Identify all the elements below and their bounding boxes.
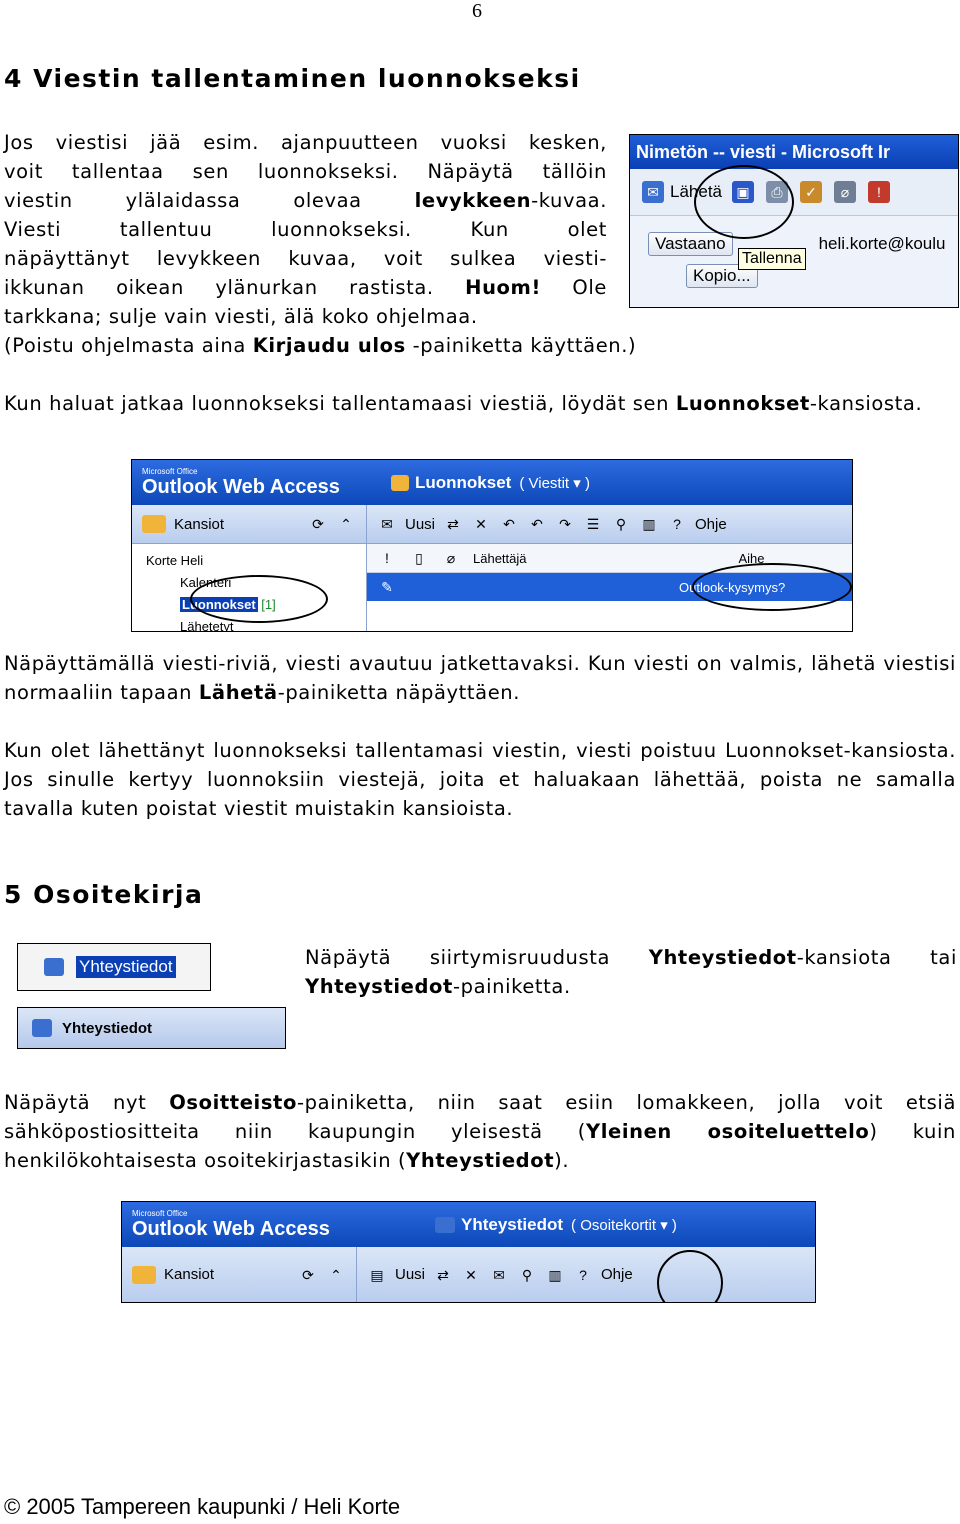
- text-line: näpäyttänyt levykkeen kuvaa, voit sulkea…: [4, 247, 607, 270]
- contacts-nav-item-screenshot: Yhteystiedot: [17, 943, 211, 991]
- draft-message-icon: ✎: [381, 579, 393, 595]
- intro-paragraph: Jos viestisi jää esim. ajanpuutteen vuok…: [4, 128, 607, 331]
- footer-copyright: © 2005 Tampereen kaupunki / Heli Korte: [4, 1494, 401, 1519]
- owa-toolbar: Kansiot ⟳ ⌃ ✉ Uusi ⇄ ✕ ↶ ↶ ↷ ☰ ⚲ ▥ ? Ohj…: [132, 505, 852, 544]
- type-column-icon[interactable]: ▯: [409, 548, 429, 568]
- collapse-icon[interactable]: ⌃: [326, 1265, 346, 1285]
- drafts-folder-screenshot: Microsoft Office Outlook Web Access Luon…: [131, 459, 853, 632]
- owa-logo: Microsoft Office Outlook Web Access: [132, 1208, 330, 1240]
- contacts-icon: [32, 1019, 52, 1037]
- contacts-folder-screenshot: Microsoft Office Outlook Web Access Yhte…: [121, 1201, 816, 1303]
- folders-icon: [142, 515, 166, 533]
- new-message-icon[interactable]: ✉: [489, 1265, 509, 1285]
- folder-title: Yhteystiedot( Osoitekortit ▾ ): [461, 1214, 677, 1234]
- help-icon[interactable]: ?: [667, 514, 687, 534]
- owa-header: Microsoft Office Outlook Web Access Yhte…: [122, 1202, 815, 1247]
- new-contact-icon[interactable]: ▤: [367, 1265, 387, 1285]
- to-button[interactable]: Vastaano: [648, 232, 733, 256]
- view-icon[interactable]: ☰: [583, 514, 603, 534]
- highlight-oval: [190, 575, 328, 623]
- logout-note: (Poistu ohjelmasta aina Kirjaudu ulos -p…: [4, 334, 637, 357]
- drafts-paragraph: Kun haluat jatkaa luonnokseksi tallentam…: [4, 392, 923, 415]
- collapse-icon[interactable]: ⌃: [336, 514, 356, 534]
- text-line: viestin ylälaidassa olevaa levykkeen-kuv…: [4, 189, 607, 212]
- text-line: Jos viestisi jää esim. ajanpuutteen vuok…: [4, 131, 607, 154]
- check-names-icon[interactable]: ⚲: [611, 514, 631, 534]
- reply-icon[interactable]: ↶: [499, 514, 519, 534]
- contacts-icon: [435, 1216, 455, 1233]
- folder-icon: [391, 474, 409, 491]
- contacts-button[interactable]: Yhteystiedot: [62, 1020, 152, 1037]
- contacts-nav-item[interactable]: Yhteystiedot: [76, 956, 176, 978]
- owa-logo: Microsoft Office Outlook Web Access: [142, 466, 340, 498]
- text-line: Viesti tallentuu luonnokseksi. Kun olet: [4, 218, 607, 241]
- help-icon[interactable]: ?: [573, 1265, 593, 1285]
- move-icon[interactable]: ⇄: [433, 1265, 453, 1285]
- move-icon[interactable]: ⇄: [443, 514, 463, 534]
- help-button[interactable]: Ohje: [601, 1266, 633, 1283]
- attach-icon[interactable]: ⌀: [834, 181, 856, 203]
- check-names-icon[interactable]: ⚲: [517, 1265, 537, 1285]
- section-heading-5: 5 Osoitekirja: [4, 880, 204, 909]
- save-tooltip: Tallenna: [738, 248, 806, 270]
- reply-all-icon[interactable]: ↶: [527, 514, 547, 534]
- sent-draft-paragraph: Kun olet lähettänyt luonnokseksi tallent…: [4, 739, 956, 820]
- open-draft-paragraph: Näpäyttämällä viesti-riviä, viesti avaut…: [4, 652, 956, 704]
- new-button[interactable]: Uusi: [395, 1266, 425, 1283]
- highlight-oval: [692, 563, 852, 611]
- section-heading-4: 4 Viestin tallentaminen luonnokseksi: [4, 64, 581, 93]
- spellcheck-icon[interactable]: ✓: [800, 181, 822, 203]
- address-book-icon[interactable]: ▥: [639, 514, 659, 534]
- message-toolbar: ✉ Lähetä ▣ ⎙ ✓ ⌀ !: [630, 169, 958, 216]
- new-icon[interactable]: ✉: [377, 514, 397, 534]
- help-button[interactable]: Ohje: [695, 516, 727, 533]
- folders-label: Kansiot: [164, 1266, 215, 1283]
- text-line: tarkkana; sulje vain viesti, älä koko oh…: [4, 305, 478, 328]
- folder-title: Luonnokset( Viestit ▾ ): [415, 472, 590, 492]
- send-icon[interactable]: ✉: [642, 181, 664, 203]
- delete-icon[interactable]: ✕: [461, 1265, 481, 1285]
- attachment-column-icon[interactable]: ⌀: [441, 548, 461, 568]
- address-book-paragraph: Näpäytä nyt Osoitteisto-painiketta, niin…: [4, 1091, 956, 1172]
- contacts-paragraph: Näpäytä siirtymisruudusta Yhteystiedot-k…: [305, 946, 957, 998]
- page-number: 6: [472, 0, 482, 22]
- contacts-icon: [44, 958, 64, 976]
- contacts-button-screenshot: Yhteystiedot: [17, 1007, 286, 1049]
- refresh-icon[interactable]: ⟳: [308, 514, 328, 534]
- importance-column-icon[interactable]: !: [377, 548, 397, 568]
- owa-header: Microsoft Office Outlook Web Access Luon…: [132, 460, 852, 505]
- tree-item-mailbox[interactable]: Korte Heli: [146, 550, 366, 572]
- address-book-icon[interactable]: ▥: [545, 1265, 565, 1285]
- refresh-icon[interactable]: ⟳: [298, 1265, 318, 1285]
- from-column[interactable]: Lähettäjä: [473, 551, 527, 566]
- to-field[interactable]: heli.korte@koulu: [819, 234, 946, 254]
- text-line: ikkunan oikean ylänurkan rastista. Huom!…: [4, 276, 607, 299]
- message-window-title: Nimetön -- viesti - Microsoft Ir: [630, 135, 958, 169]
- folders-label: Kansiot: [174, 515, 225, 533]
- new-button[interactable]: Uusi: [405, 516, 435, 533]
- highlight-oval: [694, 165, 794, 239]
- message-window-screenshot: Nimetön -- viesti - Microsoft Ir ✉ Lähet…: [629, 134, 959, 308]
- importance-icon[interactable]: !: [868, 181, 890, 203]
- delete-icon[interactable]: ✕: [471, 514, 491, 534]
- forward-icon[interactable]: ↷: [555, 514, 575, 534]
- text-line: voit tallentaa sen luonnokseksi. Näpäytä…: [4, 160, 607, 183]
- folders-icon: [132, 1265, 156, 1284]
